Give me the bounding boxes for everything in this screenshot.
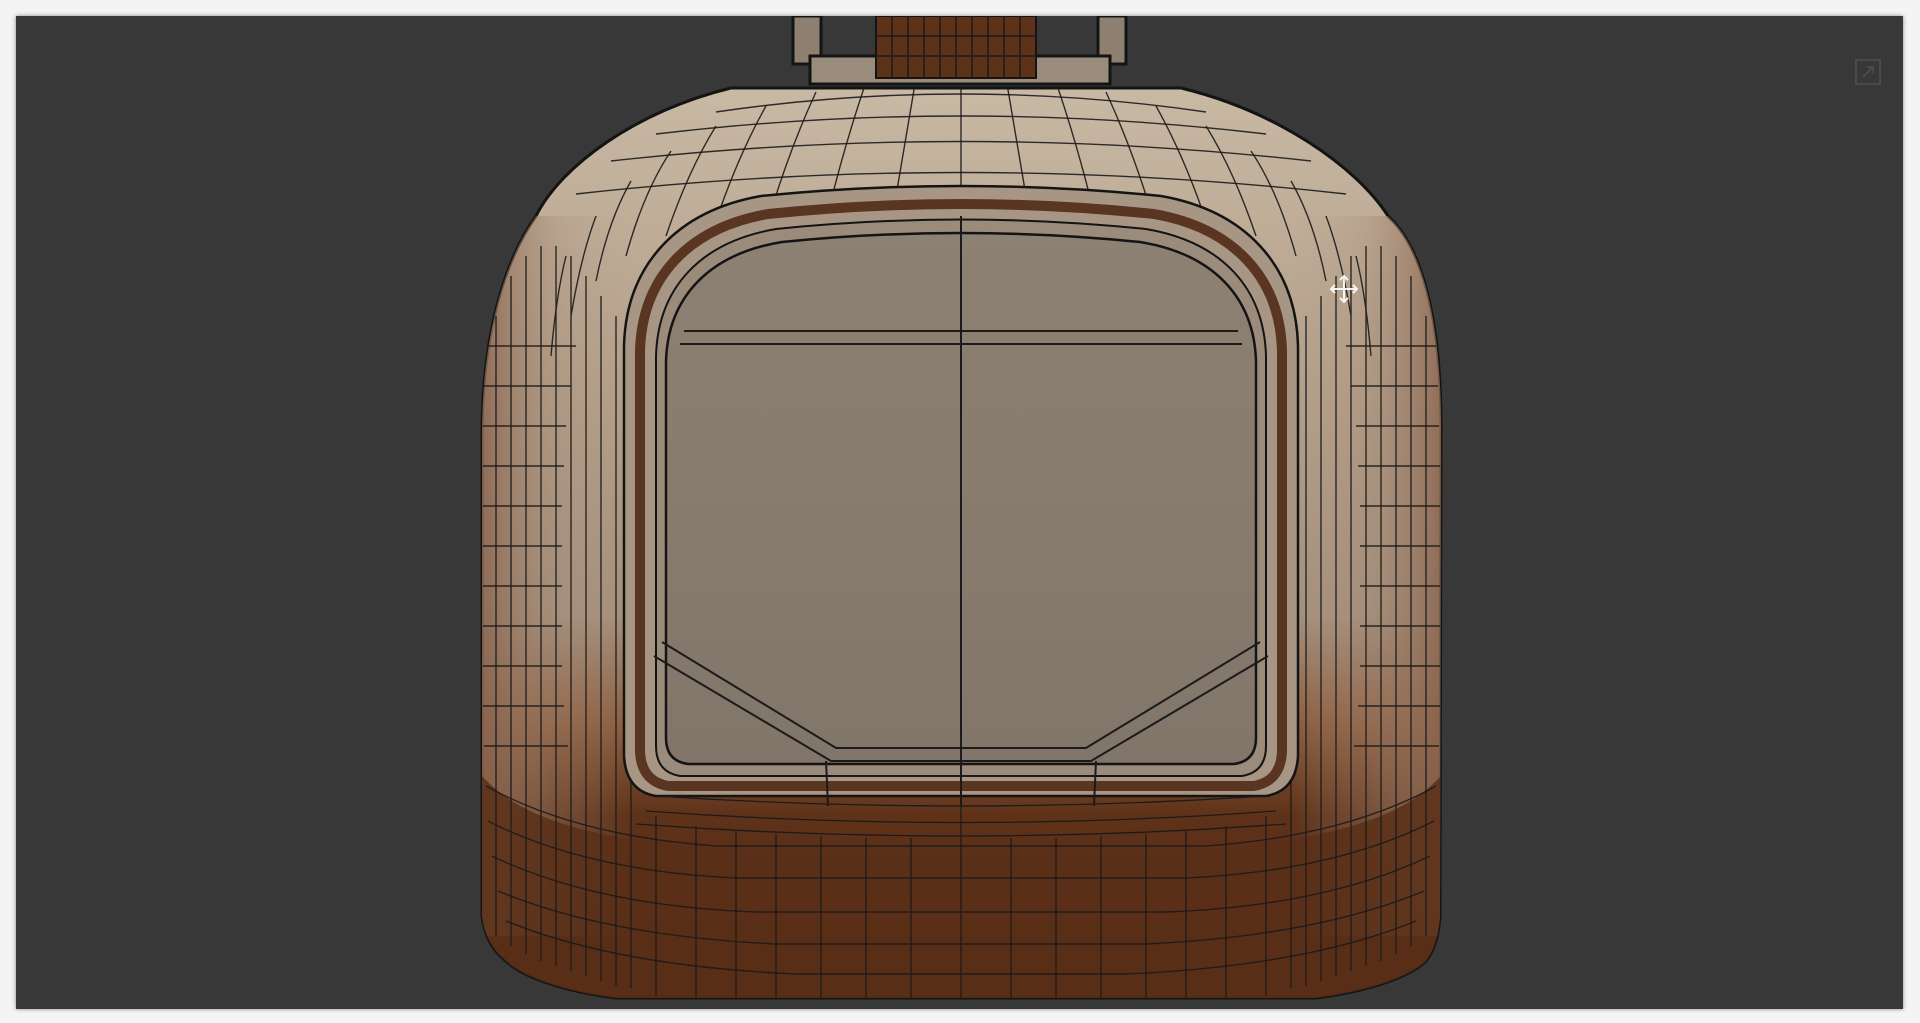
maximize-viewport-button[interactable] bbox=[1848, 52, 1888, 92]
maximize-icon bbox=[1855, 59, 1881, 85]
3d-viewport-canvas[interactable] bbox=[16, 16, 1903, 1009]
viewport-panel[interactable] bbox=[16, 16, 1903, 1009]
move-cursor-icon bbox=[1329, 274, 1359, 304]
top-connector bbox=[791, 16, 1128, 86]
mesh-shell[interactable] bbox=[480, 76, 1443, 1006]
